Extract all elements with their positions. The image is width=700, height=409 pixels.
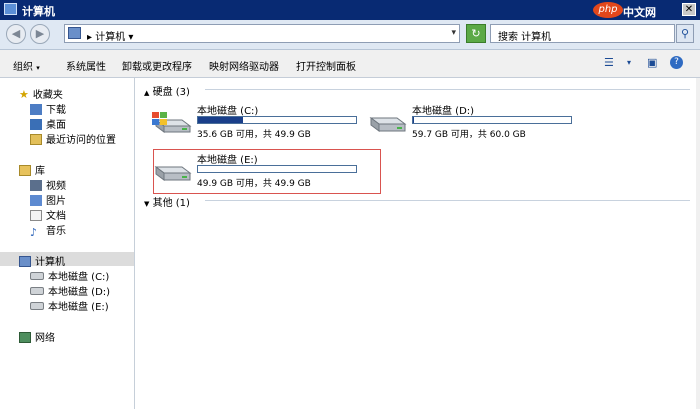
nav-network[interactable]: 网络 [19, 329, 55, 344]
library-icon [19, 165, 31, 176]
path-dropdown-icon[interactable]: ▾ [128, 32, 133, 43]
nav-item-downloads[interactable]: 下载 [30, 101, 66, 116]
nav-libraries[interactable]: 库 [19, 162, 45, 177]
address-path: ▸ 计算机 ▾ [87, 28, 133, 43]
preview-pane-icon[interactable]: ▣ [647, 56, 657, 69]
open-control-panel-button[interactable]: 打开控制面板 [296, 58, 356, 73]
chevron-down-icon: ▾ [36, 64, 40, 72]
drive-tile-e[interactable]: 本地磁盘 (E:) 49.9 GB 可用，共 49.9 GB [152, 151, 372, 195]
help-icon[interactable]: ? [670, 56, 683, 69]
path-segment-computer[interactable]: 计算机 [95, 32, 125, 43]
nav-item-drive-c[interactable]: 本地磁盘 (C:) [30, 268, 109, 283]
drive-icon [30, 287, 44, 295]
drive-tile-d[interactable]: 本地磁盘 (D:) 59.7 GB 可用，共 60.0 GB [367, 102, 587, 146]
command-bar: 组织 ▾ 系统属性 卸载或更改程序 映射网络驱动器 打开控制面板 ☰ ▾ ▣ ? [0, 50, 700, 78]
nav-item-recent-places[interactable]: 最近访问的位置 [30, 131, 116, 146]
nav-computer[interactable]: 计算机 [19, 253, 65, 268]
search-icon[interactable]: ⚲ [676, 24, 694, 43]
downloads-icon [30, 104, 42, 115]
drive-c-icon [152, 112, 192, 133]
watermark-php: php [593, 2, 623, 18]
videos-icon [30, 180, 42, 191]
nav-item-pictures[interactable]: 图片 [30, 192, 66, 207]
address-dropdown-icon[interactable]: ▾ [451, 28, 456, 38]
close-button[interactable]: ✕ [682, 3, 696, 16]
drive-e-usage-bar [197, 165, 357, 173]
back-button[interactable]: ◀ [6, 24, 26, 44]
drive-c-usage-bar [197, 116, 357, 124]
address-bar: ◀ ▶ ▸ 计算机 ▾ ▾ ↻ 搜索 计算机 ⚲ [0, 20, 700, 50]
nav-item-desktop[interactable]: 桌面 [30, 116, 66, 131]
star-icon: ★ [19, 88, 29, 101]
title-bar: 计算机 php 中文网 ✕ [0, 0, 700, 20]
documents-icon [30, 210, 42, 221]
drive-icon [30, 272, 44, 280]
computer-icon [4, 3, 17, 15]
drive-d-usage-fill [413, 117, 414, 123]
recent-places-icon [30, 134, 42, 145]
organize-label: 组织 [13, 62, 33, 73]
watermark-logo: php 中文网 [593, 0, 678, 20]
content-pane: ▲ 硬盘 (3) 本地磁盘 (C:) 35.6 GB 可用，共 49.9 GB … [135, 78, 700, 409]
group-divider [205, 200, 690, 201]
path-separator-icon: ▸ [87, 32, 93, 43]
drive-c-usage-fill [198, 117, 244, 123]
drive-icon [30, 302, 44, 310]
nav-item-drive-e[interactable]: 本地磁盘 (E:) [30, 298, 109, 313]
map-network-drive-button[interactable]: 映射网络驱动器 [209, 58, 279, 73]
refresh-button[interactable]: ↻ [466, 24, 486, 43]
computer-icon [68, 27, 81, 39]
system-properties-button[interactable]: 系统属性 [66, 58, 106, 73]
scrollbar[interactable] [696, 78, 700, 409]
uninstall-program-button[interactable]: 卸载或更改程序 [122, 58, 192, 73]
nav-item-music[interactable]: ♪ 音乐 [30, 222, 66, 239]
collapse-icon: ▲ [144, 89, 150, 97]
view-dropdown-icon[interactable]: ▾ [627, 58, 631, 67]
drive-d-usage-bar [412, 116, 572, 124]
window-title: 计算机 [22, 5, 55, 18]
drive-tile-c[interactable]: 本地磁盘 (C:) 35.6 GB 可用，共 49.9 GB [152, 102, 372, 146]
music-icon: ♪ [30, 226, 38, 239]
nav-item-documents[interactable]: 文档 [30, 207, 66, 222]
view-options-icon[interactable]: ☰ [604, 56, 614, 69]
computer-icon [19, 256, 31, 267]
collapse-icon: ▼ [144, 200, 150, 208]
desktop-icon [30, 119, 42, 130]
drive-e-icon [154, 166, 192, 181]
group-header-other[interactable]: ▼ 其他 (1) [144, 194, 190, 209]
nav-item-drive-d[interactable]: 本地磁盘 (D:) [30, 283, 110, 298]
nav-favorites[interactable]: ★ 收藏夹 [19, 86, 63, 101]
pictures-icon [30, 195, 42, 206]
navigation-pane: ★ 收藏夹 下载 桌面 最近访问的位置 库 视频 图片 文档 ♪ 音乐 计算机 本地… [0, 78, 135, 409]
forward-button[interactable]: ▶ [30, 24, 50, 44]
organize-button[interactable]: 组织 ▾ [13, 58, 40, 73]
address-input[interactable]: ▸ 计算机 ▾ ▾ [64, 24, 460, 43]
search-input[interactable]: 搜索 计算机 [490, 24, 675, 43]
network-icon [19, 332, 31, 343]
nav-item-videos[interactable]: 视频 [30, 177, 66, 192]
group-divider [205, 89, 690, 90]
search-text: 搜索 计算机 [498, 32, 552, 43]
group-header-hard-disks[interactable]: ▲ 硬盘 (3) [144, 83, 190, 98]
drive-d-icon [369, 117, 407, 132]
watermark-text: 中文网 [623, 6, 656, 19]
